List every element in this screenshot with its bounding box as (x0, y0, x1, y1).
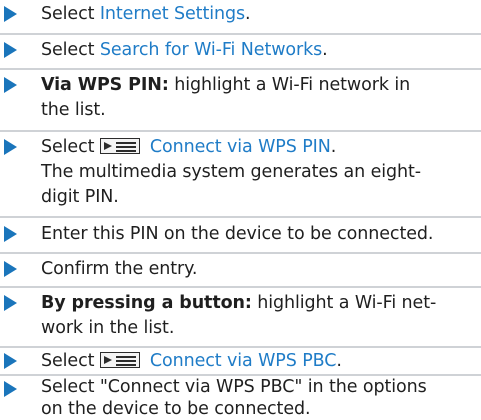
step-9-text: Select "Connect via WPS PBC" in the opti… (41, 376, 477, 420)
step-3: Via WPS PIN: highlight a Wi-Fi network i… (0, 68, 481, 130)
step-4-prefix: Select (41, 137, 100, 157)
bullet-arrow-icon (4, 295, 17, 311)
step-9-line-2: on the device to be connected. (41, 399, 311, 419)
step-1-text: Select Internet Settings. (41, 2, 477, 27)
link-search-wifi-networks[interactable]: Search for Wi-Fi Networks (100, 40, 322, 60)
step-9: Select "Connect via WPS PBC" in the opti… (0, 374, 481, 420)
menu-icon (99, 352, 140, 368)
step-7-bold-label: By pressing a button: (41, 293, 252, 313)
bullet-arrow-icon (4, 77, 17, 93)
step-4: Select Connect via WPS PIN. The multimed… (0, 130, 481, 216)
bullet-arrow-icon (4, 381, 17, 397)
step-6-text: Confirm the entry. (41, 259, 198, 279)
step-1-prefix: Select (41, 4, 100, 24)
bullet-arrow-icon (4, 353, 17, 369)
bullet-arrow-icon (4, 42, 17, 58)
step-3-text: Via WPS PIN: highlight a Wi-Fi network i… (41, 73, 477, 123)
step-7-text: By pressing a button: highlight a Wi-Fi … (41, 291, 477, 341)
step-2: Select Search for Wi-Fi Networks. (0, 33, 481, 68)
bullet-arrow-icon (4, 226, 17, 242)
step-6: Confirm the entry. (0, 252, 481, 286)
step-4-text: Select Connect via WPS PIN. The multimed… (41, 135, 477, 210)
bullet-arrow-icon (4, 261, 17, 277)
step-8-suffix: . (336, 351, 342, 371)
step-3-bold-label: Via WPS PIN: (41, 75, 169, 95)
step-2-text: Select Search for Wi-Fi Networks. (41, 38, 477, 63)
bullet-arrow-icon (4, 139, 17, 155)
step-8-text: Select Connect via WPS PBC. (41, 349, 477, 374)
step-4-suffix: . (330, 137, 337, 157)
step-7: By pressing a button: highlight a Wi-Fi … (0, 286, 481, 346)
step-3-line-2: the list. (41, 100, 106, 120)
step-1-suffix: . (245, 4, 251, 24)
link-connect-wps-pbc[interactable]: Connect via WPS PBC (150, 351, 337, 371)
step-9-line-1: Select "Connect via WPS PBC" in the opti… (41, 377, 427, 397)
step-5: Enter this PIN on the device to be conne… (0, 216, 481, 252)
step-8-prefix: Select (41, 351, 100, 371)
step-7-line-2: work in the list. (41, 318, 175, 338)
step-1: Select Internet Settings. (0, 0, 481, 33)
bullet-arrow-icon (4, 6, 17, 22)
step-7-line-1: highlight a Wi-Fi net- (251, 293, 437, 313)
step-2-suffix: . (322, 40, 328, 60)
step-2-prefix: Select (41, 40, 100, 60)
step-4-line-3: digit PIN. (41, 187, 119, 207)
step-4-line-2: The multimedia system generates an eight… (41, 162, 421, 182)
step-3-line-1: highlight a Wi-Fi network in (168, 75, 411, 95)
menu-icon (99, 138, 140, 154)
step-8: Select Connect via WPS PBC. (0, 346, 481, 374)
step-5-text: Enter this PIN on the device to be conne… (41, 224, 434, 244)
link-connect-wps-pin[interactable]: Connect via WPS PIN (150, 137, 331, 157)
link-internet-settings[interactable]: Internet Settings (100, 4, 245, 24)
